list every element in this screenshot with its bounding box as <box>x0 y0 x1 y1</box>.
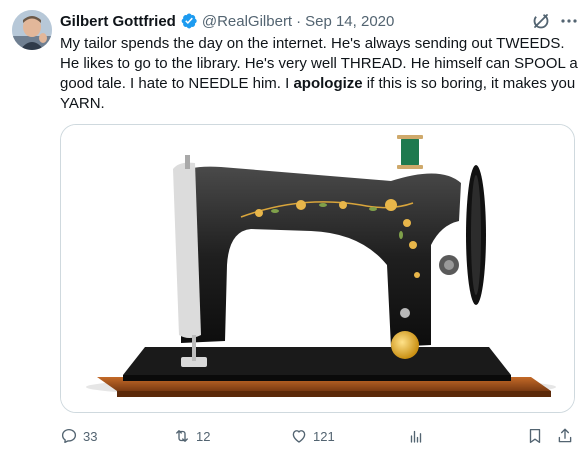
tweet-media[interactable] <box>60 124 575 413</box>
retweet-count: 12 <box>196 428 211 444</box>
bookmark-icon <box>529 428 541 444</box>
more-icon[interactable] <box>559 11 579 31</box>
reply-count: 33 <box>83 428 98 444</box>
reply-icon <box>61 428 77 444</box>
author-avatar[interactable] <box>12 10 52 50</box>
views-button[interactable] <box>407 425 430 447</box>
bookmark-button[interactable] <box>526 425 549 447</box>
grok-icon[interactable] <box>531 11 551 31</box>
like-count: 121 <box>313 428 335 444</box>
share-icon <box>558 428 572 443</box>
heart-icon <box>292 430 306 443</box>
author-name[interactable]: Gilbert Gottfried <box>60 13 176 30</box>
reply-button[interactable]: 33 <box>60 425 97 447</box>
share-button[interactable] <box>556 425 579 447</box>
retweet-button[interactable]: 12 <box>173 425 210 447</box>
views-icon <box>410 430 422 443</box>
header-separator: · <box>296 12 302 30</box>
tweet-text: My tailor spends the day on the internet… <box>60 34 580 114</box>
like-button[interactable]: 121 <box>290 425 335 447</box>
tweet-actions: 33 12 121 <box>60 425 580 447</box>
retweet-icon <box>176 430 188 442</box>
sewing-machine-image <box>61 125 574 412</box>
author-handle[interactable]: @RealGilbert <box>202 13 292 30</box>
avatar-image <box>12 10 52 50</box>
tweet-text-bold: apologize <box>293 75 363 92</box>
tweet-date[interactable]: Sep 14, 2020 <box>305 13 394 30</box>
verified-badge-icon <box>181 13 197 29</box>
tweet-header: Gilbert Gottfried @RealGilbert · Sep 14,… <box>60 11 394 31</box>
